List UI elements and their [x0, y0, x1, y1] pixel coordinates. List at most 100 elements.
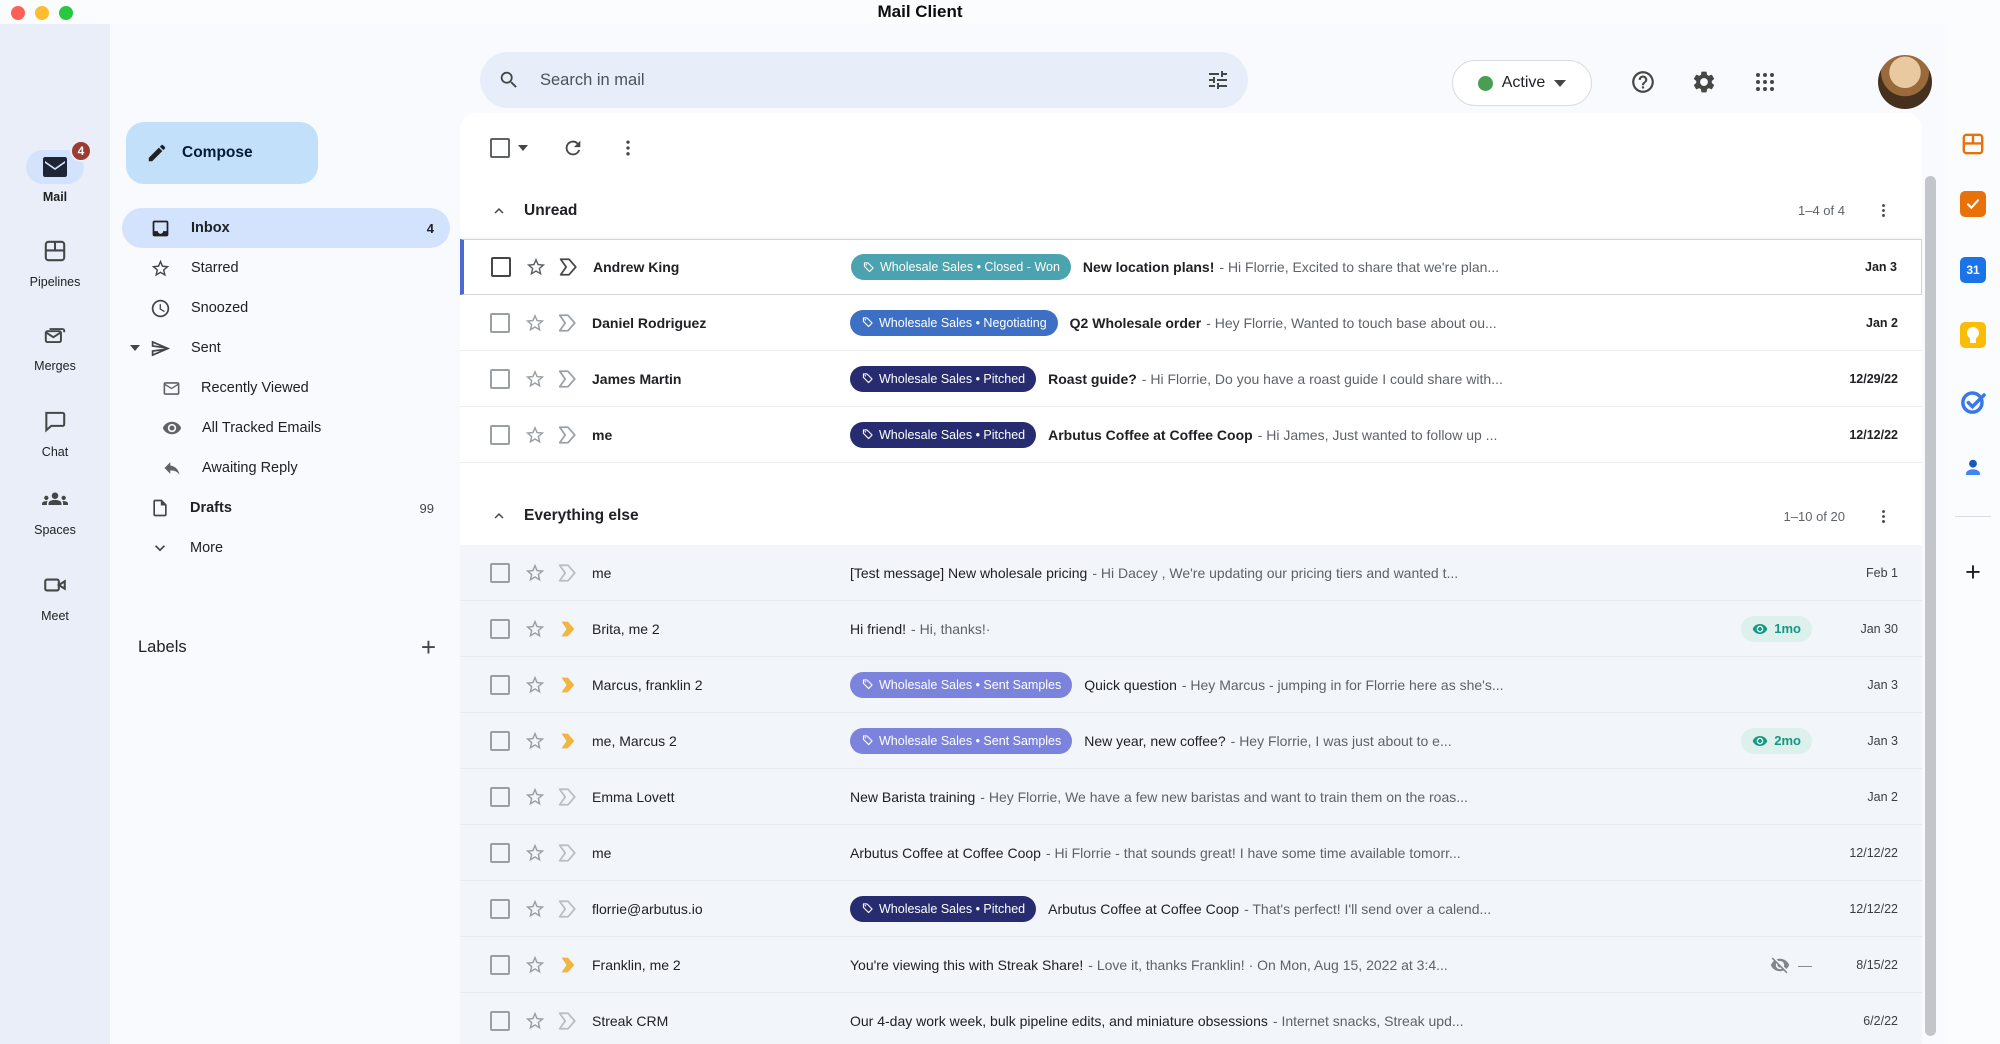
row-checkbox[interactable]: [490, 731, 510, 751]
row-checkbox[interactable]: [490, 955, 510, 975]
row-checkbox[interactable]: [491, 257, 511, 277]
streak-pipelines-addon-icon[interactable]: [1959, 130, 1987, 158]
pipeline-badge[interactable]: Wholesale Sales • Negotiating: [850, 310, 1058, 336]
account-avatar[interactable]: [1878, 55, 1932, 109]
compose-button[interactable]: Compose: [126, 122, 318, 184]
row-checkbox[interactable]: [490, 843, 510, 863]
settings-button[interactable]: [1690, 68, 1718, 96]
pipeline-badge[interactable]: Wholesale Sales • Sent Samples: [850, 672, 1072, 698]
row-checkbox[interactable]: [490, 369, 510, 389]
star-icon[interactable]: [524, 730, 546, 752]
email-row[interactable]: Marcus, franklin 2 Wholesale Sales • Sen…: [460, 657, 1922, 713]
email-row[interactable]: James Martin Wholesale Sales • Pitched R…: [460, 351, 1922, 407]
streak-box-icon[interactable]: [556, 312, 578, 334]
star-icon[interactable]: [524, 898, 546, 920]
star-icon[interactable]: [524, 424, 546, 446]
star-icon[interactable]: [524, 368, 546, 390]
rail-item-chat[interactable]: Chat: [0, 408, 110, 459]
email-row[interactable]: Daniel Rodriguez Wholesale Sales • Negot…: [460, 295, 1922, 351]
email-row[interactable]: me Arbutus Coffee at Coffee Coop- Hi Flo…: [460, 825, 1922, 881]
more-options-button[interactable]: [618, 138, 638, 158]
streak-box-icon[interactable]: [556, 562, 578, 584]
streak-box-icon-tracked[interactable]: [556, 730, 578, 752]
nav-item-sent[interactable]: Sent: [122, 328, 450, 368]
star-icon[interactable]: [524, 312, 546, 334]
row-checkbox[interactable]: [490, 1011, 510, 1031]
section-kebab-icon[interactable]: [1875, 202, 1892, 219]
rail-item-merges[interactable]: Merges: [0, 322, 110, 373]
collapse-icon[interactable]: [490, 202, 508, 220]
pipeline-badge[interactable]: Wholesale Sales • Pitched: [850, 896, 1036, 922]
star-icon[interactable]: [524, 786, 546, 808]
email-row[interactable]: Brita, me 2 Hi friend!- Hi, thanks!· 1mo…: [460, 601, 1922, 657]
email-row[interactable]: me [Test message] New wholesale pricing-…: [460, 545, 1922, 601]
select-all-checkbox[interactable]: [490, 138, 510, 158]
star-icon[interactable]: [524, 562, 546, 584]
email-row[interactable]: Streak CRM Our 4-day work week, bulk pip…: [460, 993, 1922, 1044]
refresh-button[interactable]: [562, 137, 584, 159]
rail-item-pipelines[interactable]: Pipelines: [0, 238, 110, 289]
email-row[interactable]: florrie@arbutus.io Wholesale Sales • Pit…: [460, 881, 1922, 937]
star-icon[interactable]: [524, 842, 546, 864]
email-row[interactable]: Franklin, me 2 You're viewing this with …: [460, 937, 1922, 993]
row-checkbox[interactable]: [490, 619, 510, 639]
streak-box-icon-tracked[interactable]: [556, 674, 578, 696]
keep-icon[interactable]: [1959, 321, 1987, 349]
row-checkbox[interactable]: [490, 313, 510, 333]
streak-box-icon[interactable]: [557, 256, 579, 278]
row-checkbox[interactable]: [490, 425, 510, 445]
contacts-icon[interactable]: [1959, 454, 1987, 482]
vertical-scrollbar[interactable]: [1925, 176, 1936, 1036]
search-bar[interactable]: [480, 52, 1248, 108]
streak-box-icon[interactable]: [556, 898, 578, 920]
apps-grid-button[interactable]: [1751, 68, 1779, 96]
search-input[interactable]: [538, 70, 1206, 91]
rail-item-mail[interactable]: 4 Mail: [0, 150, 110, 204]
status-dropdown[interactable]: Active: [1452, 60, 1592, 106]
nav-item-drafts[interactable]: Drafts 99: [122, 488, 450, 528]
rail-item-spaces[interactable]: Spaces: [0, 486, 110, 537]
streak-box-icon-tracked[interactable]: [556, 954, 578, 976]
row-checkbox[interactable]: [490, 787, 510, 807]
star-icon[interactable]: [524, 1010, 546, 1032]
streak-box-icon[interactable]: [556, 368, 578, 390]
nav-item-more[interactable]: More: [122, 528, 450, 568]
star-icon[interactable]: [525, 256, 547, 278]
star-icon[interactable]: [524, 674, 546, 696]
pipeline-badge[interactable]: Wholesale Sales • Sent Samples: [850, 728, 1072, 754]
pipeline-badge[interactable]: Wholesale Sales • Pitched: [850, 422, 1036, 448]
streak-box-icon[interactable]: [556, 786, 578, 808]
email-row[interactable]: Emma Lovett New Barista training- Hey Fl…: [460, 769, 1922, 825]
section-kebab-icon[interactable]: [1875, 508, 1892, 525]
mail-pill[interactable]: 4: [26, 150, 84, 184]
streak-box-icon-tracked[interactable]: [556, 618, 578, 640]
star-icon[interactable]: [524, 954, 546, 976]
email-row[interactable]: Andrew King Wholesale Sales • Closed - W…: [460, 239, 1922, 295]
pipeline-badge[interactable]: Wholesale Sales • Pitched: [850, 366, 1036, 392]
nav-item-all-tracked-emails[interactable]: All Tracked Emails: [122, 408, 450, 448]
collapse-icon[interactable]: [490, 507, 508, 525]
rail-item-meet[interactable]: Meet: [0, 572, 110, 623]
nav-item-snoozed[interactable]: Snoozed: [122, 288, 450, 328]
add-label-button[interactable]: +: [421, 637, 436, 657]
select-dropdown-icon[interactable]: [518, 145, 528, 151]
nav-item-inbox[interactable]: Inbox 4: [122, 208, 450, 248]
streak-box-icon[interactable]: [556, 1010, 578, 1032]
search-filter-icon[interactable]: [1206, 68, 1230, 92]
expand-triangle-icon[interactable]: [130, 345, 140, 351]
nav-item-starred[interactable]: Starred: [122, 248, 450, 288]
email-row[interactable]: me, Marcus 2 Wholesale Sales • Sent Samp…: [460, 713, 1922, 769]
email-row[interactable]: me Wholesale Sales • Pitched Arbutus Cof…: [460, 407, 1922, 463]
pipeline-badge[interactable]: Wholesale Sales • Closed - Won: [851, 254, 1071, 280]
view-tracking-badge[interactable]: 1mo: [1741, 616, 1812, 642]
streak-box-icon[interactable]: [556, 842, 578, 864]
streak-box-icon[interactable]: [556, 424, 578, 446]
star-icon[interactable]: [524, 618, 546, 640]
get-add-ons-button[interactable]: +: [1959, 558, 1987, 586]
streak-mail-check-addon-icon[interactable]: [1959, 190, 1987, 218]
calendar-icon[interactable]: 31: [1959, 256, 1987, 284]
search-icon[interactable]: [498, 69, 520, 91]
view-tracking-badge[interactable]: 2mo: [1741, 728, 1812, 754]
row-checkbox[interactable]: [490, 899, 510, 919]
help-button[interactable]: [1629, 68, 1657, 96]
